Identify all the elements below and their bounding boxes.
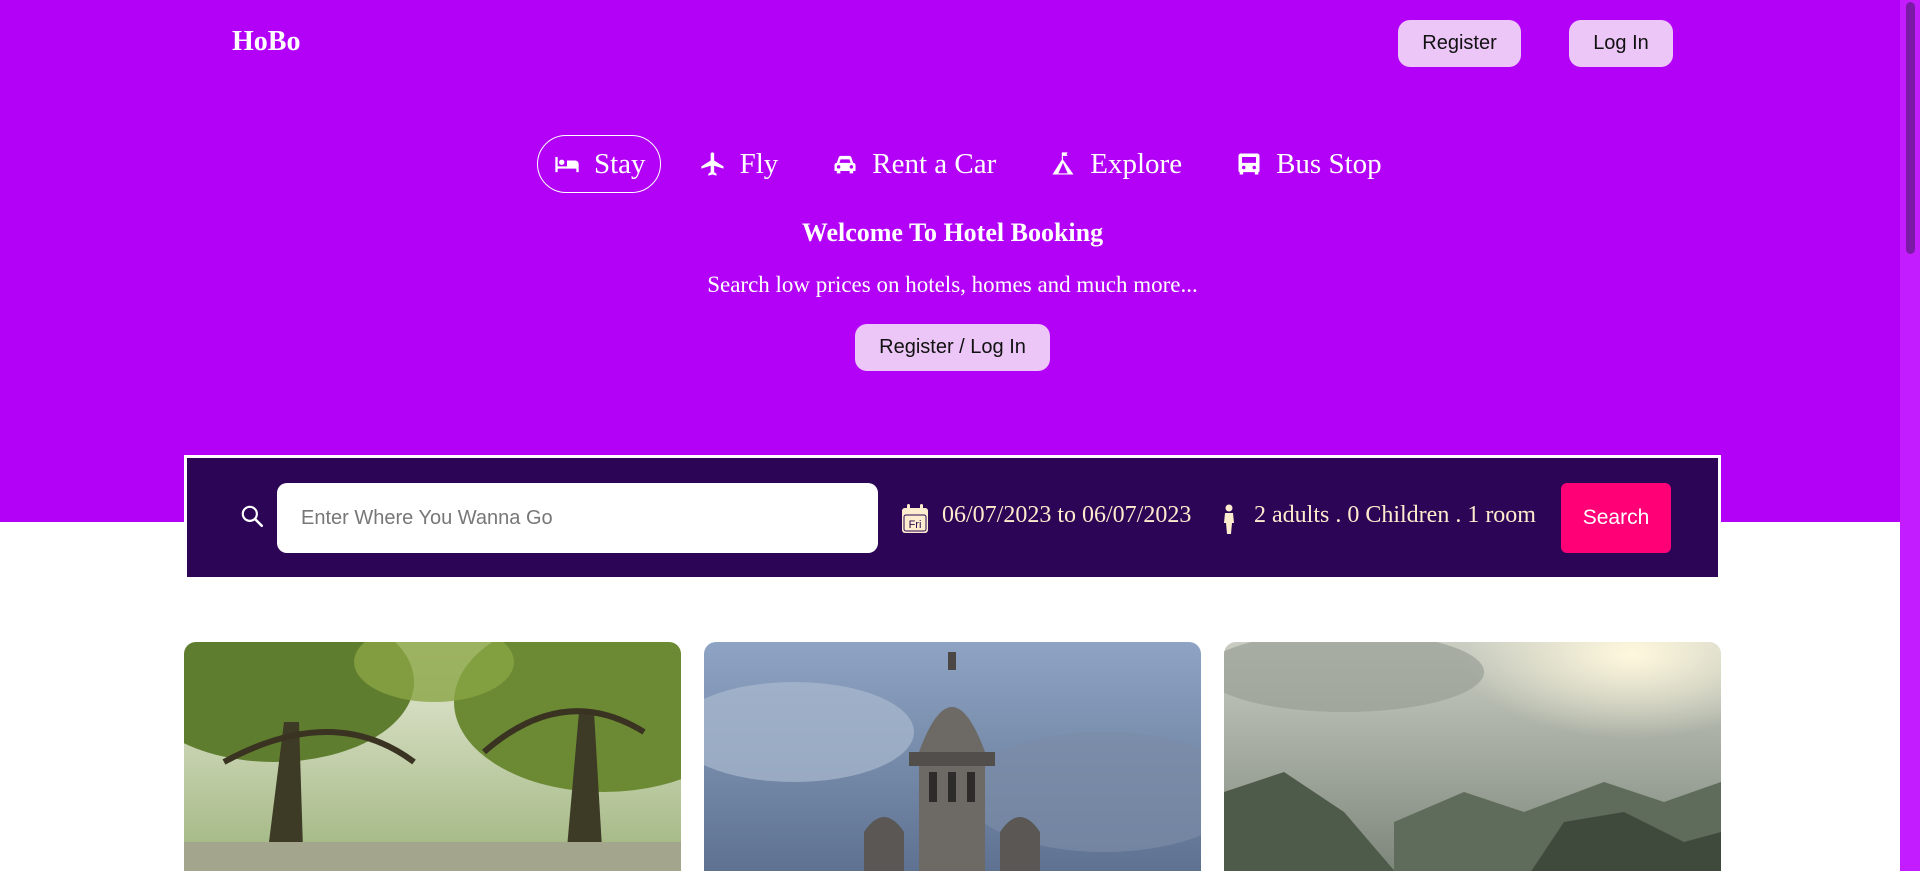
site-logo[interactable]: HoBo (232, 26, 300, 58)
airplane-icon (698, 149, 728, 179)
nav-item-label: Rent a Car (872, 147, 997, 180)
nav-item-stay[interactable]: Stay (537, 135, 661, 193)
calendar-day-label: Fri (909, 519, 922, 531)
calendar-icon[interactable]: Fri (901, 504, 929, 534)
heritage-building-photo (704, 642, 1201, 871)
nav-item-fly[interactable]: Fly (683, 135, 794, 193)
mountain-valley-photo (1224, 642, 1721, 871)
destination-input[interactable] (277, 483, 878, 553)
login-button[interactable]: Log In (1569, 20, 1673, 67)
nav-item-label: Fly (739, 147, 779, 180)
tent-icon (1048, 149, 1078, 179)
hero-title: Welcome To Hotel Booking (801, 218, 1104, 247)
guests-selector[interactable]: 2 adults . 0 Children . 1 room (1254, 502, 1536, 529)
person-icon (1224, 504, 1234, 534)
scrollbar-thumb[interactable] (1906, 2, 1915, 254)
register-button[interactable]: Register (1398, 20, 1521, 67)
nav-item-rent-a-car[interactable]: Rent a Car (815, 135, 1011, 193)
nav-item-bus-stop[interactable]: Bus Stop (1219, 135, 1397, 193)
destination-card[interactable] (704, 642, 1201, 871)
search-button[interactable]: Search (1561, 483, 1671, 553)
search-icon (241, 505, 264, 528)
search-bar: Fri 06/07/2023 to 06/07/2023 2 adults . … (184, 455, 1721, 577)
hero-banner: HoBo Register Log In Stay Fly Rent a Car (0, 0, 1900, 522)
page-scrollbar[interactable] (1900, 0, 1920, 871)
date-range-picker[interactable]: 06/07/2023 to 06/07/2023 (942, 502, 1191, 529)
category-nav: Stay Fly Rent a Car Explore Bus Stop (537, 135, 1419, 193)
hero-subtitle: Search low prices on hotels, homes and m… (707, 272, 1198, 297)
bed-icon (552, 149, 582, 179)
nav-item-label: Stay (594, 147, 646, 180)
register-login-button[interactable]: Register / Log In (855, 324, 1050, 371)
car-icon (830, 149, 860, 179)
tree-lined-street-photo (184, 642, 681, 871)
nav-item-explore[interactable]: Explore (1033, 135, 1197, 193)
nav-item-label: Bus Stop (1276, 147, 1382, 180)
nav-item-label: Explore (1090, 147, 1183, 180)
bus-icon (1234, 149, 1264, 179)
destination-card[interactable] (184, 642, 681, 871)
destination-card[interactable] (1224, 642, 1721, 871)
